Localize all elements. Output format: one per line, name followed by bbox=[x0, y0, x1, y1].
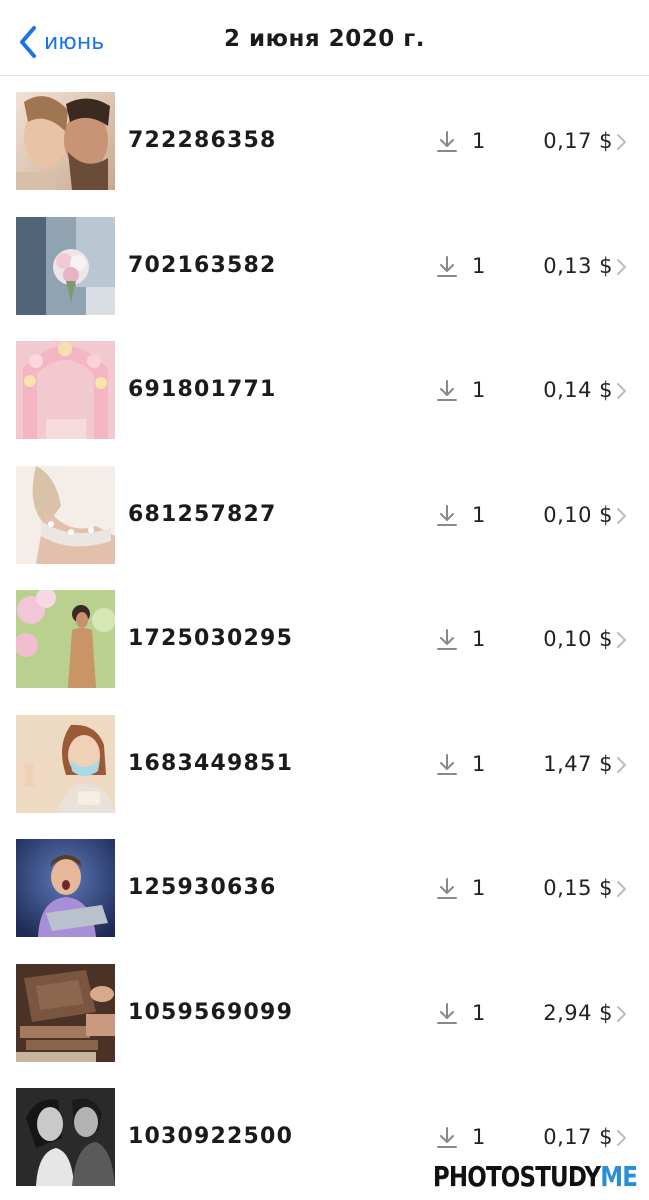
download-icon bbox=[437, 1002, 457, 1024]
earnings-amount: 0,14 $ bbox=[543, 378, 613, 402]
item-id: 681257827 bbox=[128, 501, 277, 527]
list-item[interactable]: 702163582 1 0,13 $ bbox=[0, 204, 649, 329]
download-count: 1 bbox=[472, 751, 486, 776]
download-count: 1 bbox=[472, 1000, 486, 1025]
download-count: 1 bbox=[472, 876, 486, 900]
watermark-text-blue: ME bbox=[600, 1160, 638, 1193]
download-count: 1 bbox=[472, 627, 486, 651]
chevron-right-icon bbox=[617, 258, 626, 275]
chevron-right-icon bbox=[617, 1005, 626, 1022]
item-id: 691801771 bbox=[128, 377, 277, 402]
page-title: 2 июня 2020 г. bbox=[224, 26, 425, 52]
earnings-amount: 0,10 $ bbox=[543, 627, 613, 651]
list-item[interactable]: 125930636 1 0,15 $ bbox=[0, 826, 649, 951]
list-item[interactable]: 722286358 1 0,17 $ bbox=[0, 79, 649, 204]
photo-thumbnail bbox=[16, 839, 115, 937]
earnings-amount: 2,94 $ bbox=[543, 1000, 613, 1025]
item-id: 1030922500 bbox=[128, 1124, 294, 1149]
earnings-amount: 0,17 $ bbox=[543, 1125, 613, 1149]
photo-thumbnail bbox=[16, 1088, 115, 1186]
photo-thumbnail bbox=[16, 963, 115, 1062]
watermark-logo: PHOTOSTUDYME bbox=[432, 1160, 638, 1193]
photo-thumbnail bbox=[16, 590, 115, 688]
navigation-bar: июнь 2 июня 2020 г. bbox=[0, 0, 649, 76]
earnings-amount: 0,13 $ bbox=[543, 253, 613, 278]
item-id: 1683449851 bbox=[128, 750, 294, 776]
download-count: 1 bbox=[472, 1125, 486, 1149]
download-count: 1 bbox=[472, 378, 486, 402]
watermark-text-dark: PHOTOSTUDY bbox=[432, 1160, 601, 1193]
download-count: 1 bbox=[472, 129, 486, 153]
earnings-amount: 0,10 $ bbox=[543, 502, 613, 527]
item-id: 1725030295 bbox=[128, 626, 294, 651]
item-id: 722286358 bbox=[128, 128, 277, 153]
chevron-right-icon bbox=[617, 1130, 626, 1146]
chevron-right-icon bbox=[617, 632, 626, 648]
photo-thumbnail bbox=[16, 714, 115, 813]
download-icon bbox=[437, 878, 457, 899]
download-icon bbox=[437, 380, 457, 401]
list-item[interactable]: 1059569099 1 2,94 $ bbox=[0, 951, 649, 1076]
chevron-right-icon bbox=[617, 134, 626, 150]
list-item[interactable]: 1725030295 1 0,10 $ bbox=[0, 577, 649, 702]
download-icon bbox=[437, 1127, 457, 1148]
download-icon bbox=[437, 753, 457, 775]
item-id: 702163582 bbox=[128, 252, 277, 278]
download-icon bbox=[437, 629, 457, 650]
download-count: 1 bbox=[472, 502, 486, 527]
download-count: 1 bbox=[472, 253, 486, 278]
chevron-right-icon bbox=[617, 881, 626, 897]
list-item[interactable]: 681257827 1 0,10 $ bbox=[0, 453, 649, 578]
download-icon bbox=[437, 131, 457, 152]
list-item[interactable]: 1683449851 1 1,47 $ bbox=[0, 702, 649, 827]
photo-thumbnail bbox=[16, 465, 115, 564]
chevron-right-icon bbox=[617, 756, 626, 773]
download-icon bbox=[437, 255, 457, 277]
earnings-amount: 0,17 $ bbox=[543, 129, 613, 153]
chevron-right-icon bbox=[617, 383, 626, 399]
earnings-amount: 1,47 $ bbox=[543, 751, 613, 776]
chevron-right-icon bbox=[617, 507, 626, 524]
earnings-amount: 0,15 $ bbox=[543, 876, 613, 900]
sales-list: 722286358 1 0,17 $ 702163582 1 0,13 $ 69… bbox=[0, 79, 649, 1200]
list-item[interactable]: 691801771 1 0,14 $ bbox=[0, 328, 649, 453]
download-icon bbox=[437, 504, 457, 526]
photo-thumbnail bbox=[16, 216, 115, 315]
photo-thumbnail bbox=[16, 92, 115, 190]
item-id: 1059569099 bbox=[128, 999, 294, 1025]
photo-thumbnail bbox=[16, 341, 115, 439]
item-id: 125930636 bbox=[128, 875, 277, 900]
